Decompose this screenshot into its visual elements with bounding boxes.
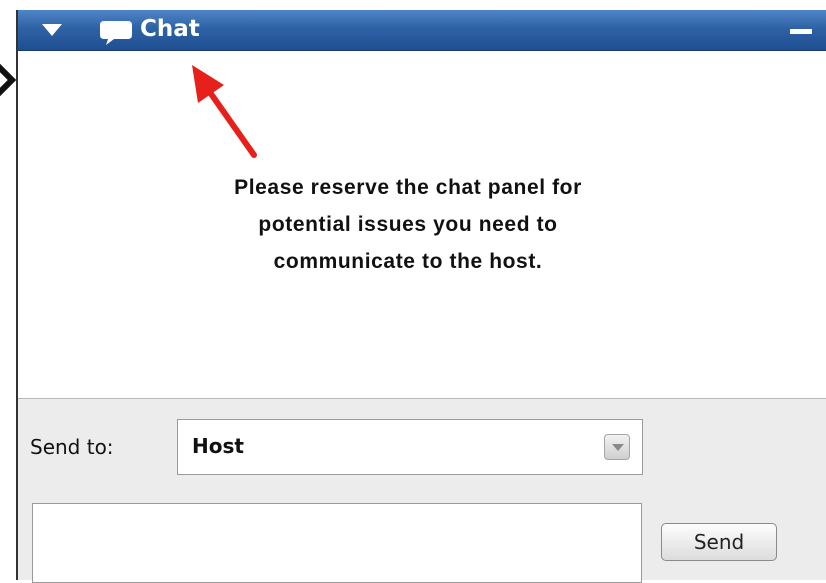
chat-message-area: Please reserve the chat panel for potent… [18, 51, 826, 398]
chevron-down-icon [612, 444, 624, 451]
red-arrow-icon [192, 65, 257, 158]
minimize-icon [790, 29, 812, 34]
notice-line: potential issues you need to [258, 213, 558, 236]
message-input[interactable] [32, 503, 642, 583]
send-to-label: Send to: [30, 435, 114, 459]
send-button[interactable]: Send [661, 523, 777, 561]
partial-glyph [0, 54, 16, 104]
window-title: Chat [140, 16, 200, 42]
chat-icon [100, 21, 132, 45]
triangle-down-icon [42, 24, 62, 36]
chat-notice: Please reserve the chat panel for potent… [138, 169, 678, 280]
recipient-value: Host [192, 434, 244, 458]
chat-titlebar: Chat [18, 10, 826, 51]
chat-panel: Chat Please reserve the chat panel for p… [16, 10, 826, 583]
chat-composer: Send to: Host Send [18, 398, 826, 583]
collapse-button[interactable] [40, 22, 64, 38]
minimize-button[interactable] [790, 24, 812, 38]
recipient-dropdown-button[interactable] [604, 434, 630, 460]
recipient-select[interactable]: Host [177, 419, 643, 475]
notice-line: Please reserve the chat panel for [234, 176, 582, 199]
notice-line: communicate to the host. [273, 250, 543, 273]
